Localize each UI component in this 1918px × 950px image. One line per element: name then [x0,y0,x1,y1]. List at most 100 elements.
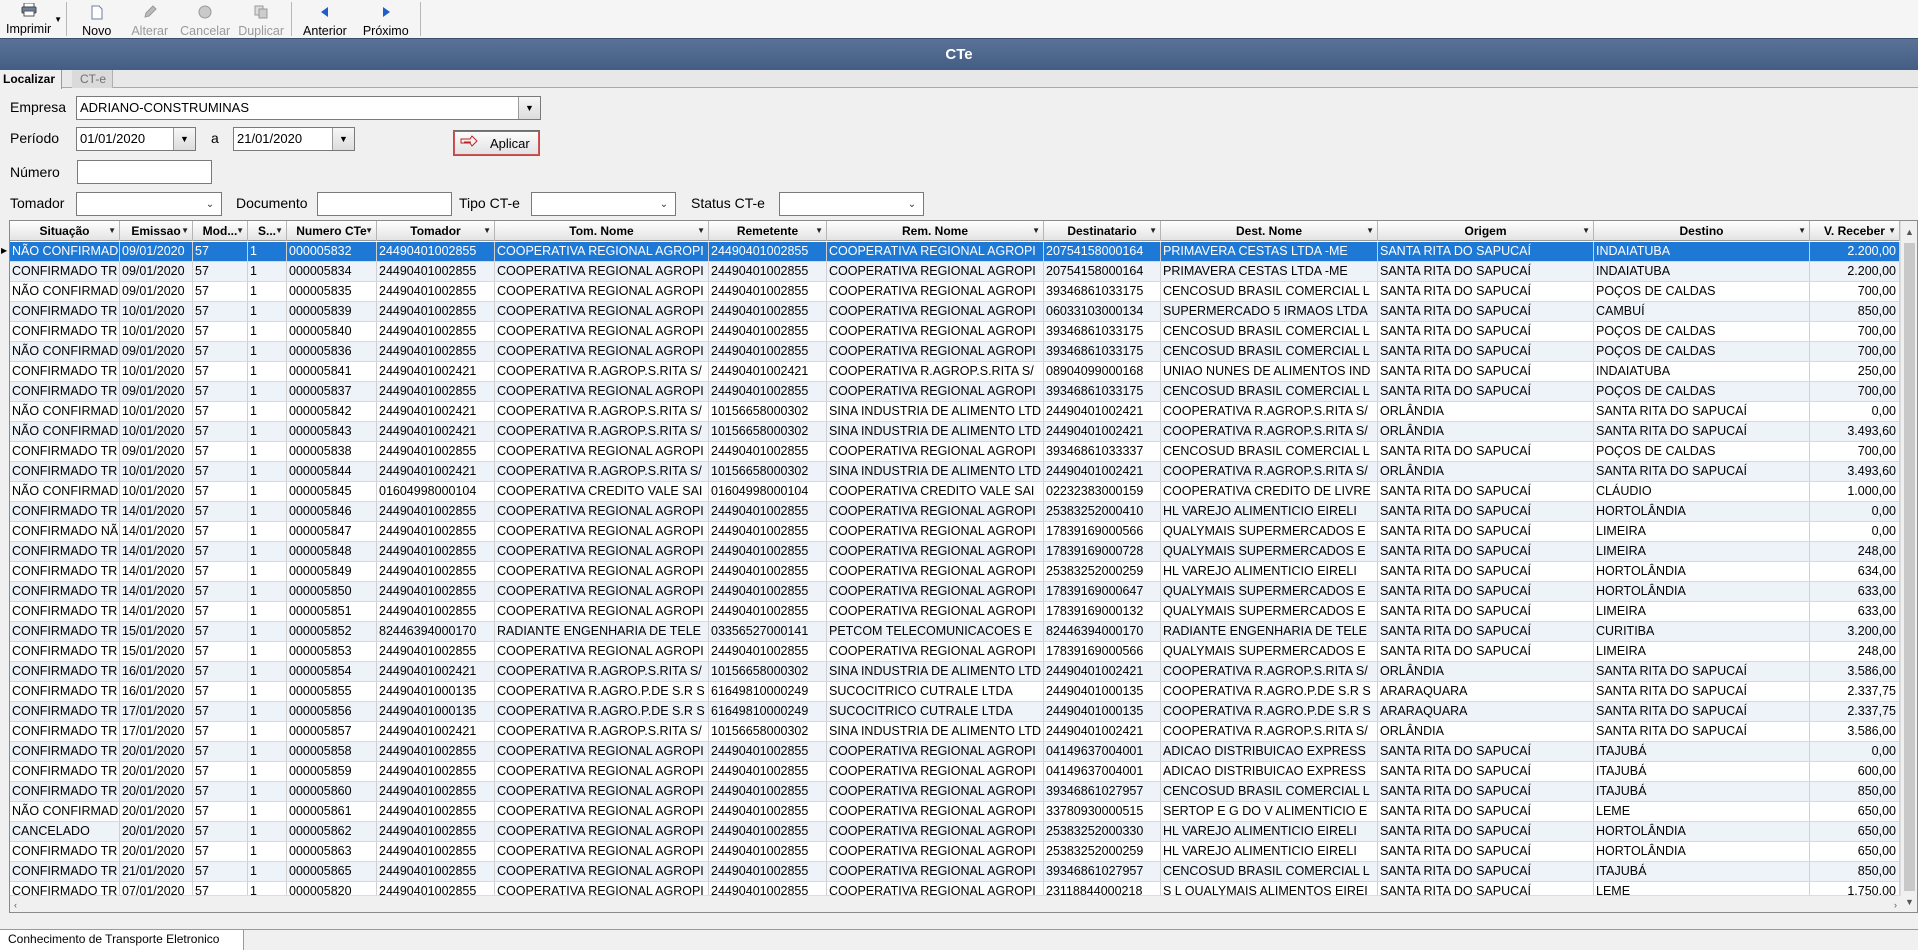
column-header[interactable]: Rem. Nome ▼ [827,221,1044,241]
periodo-from-date[interactable]: 01/01/2020 ▼ [76,127,196,151]
filter-dropdown-icon[interactable]: ▼ [1798,221,1806,241]
table-row[interactable]: CONFIRMADO TR 14/01/2020 57 1 000005848 24490… [10,542,1900,562]
table-row[interactable]: NÃO CONFIRMAD 10/01/2020 57 1 000005845 01604… [10,482,1900,502]
table-cell: COOPERATIVA REGIONAL AGROPI [827,642,1044,661]
filter-dropdown-icon[interactable]: ▼ [1032,221,1040,241]
table-row[interactable]: CONFIRMADO NÃ 14/01/2020 57 1 000005847 24490… [10,522,1900,542]
scroll-up-icon[interactable]: ▲ [1901,223,1917,240]
column-header[interactable]: Tom. Nome ▼ [495,221,709,241]
chevron-down-icon[interactable]: ⌄ [201,194,219,214]
filter-dropdown-icon[interactable]: ▼ [1582,221,1590,241]
print-button[interactable]: Imprimir [0,0,57,38]
table-row[interactable]: CONFIRMADO TR 17/01/2020 57 1 000005857 24490… [10,722,1900,742]
table-cell: 1.000,00 [1810,482,1900,501]
duplicate-button[interactable]: Duplicar [234,0,288,38]
table-row[interactable]: CONFIRMADO TR 20/01/2020 57 1 000005858 24490… [10,742,1900,762]
column-header[interactable]: Destino ▼ [1594,221,1810,241]
tab-localizar[interactable]: Localizar [0,70,63,89]
table-cell: INDAIATUBA [1594,242,1810,261]
next-button[interactable]: Próximo [355,0,417,38]
table-row[interactable]: CONFIRMADO TR 10/01/2020 57 1 000005841 24490… [10,362,1900,382]
previous-button[interactable]: Anterior [295,0,355,38]
table-row[interactable]: CONFIRMADO TR 21/01/2020 57 1 000005865 24490… [10,862,1900,882]
filter-dropdown-icon[interactable]: ▼ [1888,221,1896,241]
documento-input[interactable] [317,192,452,216]
table-row[interactable]: CONFIRMADO TR 14/01/2020 57 1 000005849 24490… [10,562,1900,582]
table-row[interactable]: NÃO CONFIRMAD 09/01/2020 57 1 000005836 24490… [10,342,1900,362]
calendar-dropdown-icon[interactable]: ▼ [332,128,354,150]
filter-dropdown-icon[interactable]: ▼ [483,221,491,241]
column-header[interactable]: Situação ▼ [10,221,120,241]
table-row[interactable]: CONFIRMADO TR 14/01/2020 57 1 000005850 24490… [10,582,1900,602]
tab-conhecimento-transporte[interactable]: Conhecimento de Transporte Eletronico [0,930,245,950]
table-row[interactable]: CONFIRMADO TR 16/01/2020 57 1 000005855 24490… [10,682,1900,702]
table-row[interactable]: CONFIRMADO TR 15/01/2020 57 1 000005852 82446… [10,622,1900,642]
column-header[interactable]: Numero CTe ▼ [287,221,377,241]
scroll-down-icon[interactable]: ▼ [1901,893,1917,910]
column-header[interactable]: Tomador ▼ [377,221,495,241]
chevron-down-icon[interactable]: ⌄ [655,194,673,214]
tab-cte[interactable]: CT-e [72,70,114,88]
table-cell: 24490401002855 [377,442,495,461]
column-header[interactable]: V. Receber ▼ [1810,221,1900,241]
table-row[interactable]: CONFIRMADO TR 10/01/2020 57 1 000005840 24490… [10,322,1900,342]
tipo-cte-select[interactable]: ⌄ [531,192,676,216]
table-row[interactable]: NÃO CONFIRMAD 20/01/2020 57 1 000005861 24490… [10,802,1900,822]
filter-dropdown-icon[interactable]: ▼ [1366,221,1374,241]
empresa-select[interactable]: ADRIANO-CONSTRUMINAS ▼ [76,96,541,120]
filter-dropdown-icon[interactable]: ▼ [275,221,283,241]
table-row[interactable]: CONFIRMADO TR 09/01/2020 57 1 000005834 24490… [10,262,1900,282]
toolbar-separator [66,2,68,36]
scroll-left-icon[interactable]: ‹ [14,896,17,912]
horizontal-scrollbar[interactable]: ‹ › [10,895,1901,912]
filter-dropdown-icon[interactable]: ▼ [365,221,373,241]
tomador-select[interactable]: ⌄ [76,192,222,216]
filter-dropdown-icon[interactable]: ▼ [697,221,705,241]
table-row[interactable]: CONFIRMADO TR 09/01/2020 57 1 000005837 24490… [10,382,1900,402]
numero-input[interactable] [77,160,212,184]
table-row[interactable]: CONFIRMADO TR 14/01/2020 57 1 000005846 24490… [10,502,1900,522]
table-row[interactable]: CONFIRMADO TR 20/01/2020 57 1 000005863 24490… [10,842,1900,862]
table-row[interactable]: CONFIRMADO TR 10/01/2020 57 1 000005844 24490… [10,462,1900,482]
table-row[interactable]: CONFIRMADO TR 17/01/2020 57 1 000005856 24490… [10,702,1900,722]
chevron-down-icon[interactable]: ▼ [518,97,540,119]
filter-dropdown-icon[interactable]: ▼ [108,221,116,241]
table-row[interactable]: NÃO CONFIRMAD 10/01/2020 57 1 000005843 24490… [10,422,1900,442]
scroll-thumb[interactable] [1904,243,1915,891]
table-row[interactable]: CONFIRMADO TR 16/01/2020 57 1 000005854 24490… [10,662,1900,682]
vertical-scrollbar[interactable]: ▲ ▼ [1900,221,1917,912]
table-cell: ARARAQUARA [1378,682,1594,701]
filter-dropdown-icon[interactable]: ▼ [1149,221,1157,241]
table-row[interactable]: NÃO CONFIRMAD 09/01/2020 57 1 000005835 24490… [10,282,1900,302]
table-row[interactable]: CONFIRMADO TR 09/01/2020 57 1 000005838 24490… [10,442,1900,462]
column-header[interactable]: Remetente ▼ [709,221,827,241]
filter-dropdown-icon[interactable]: ▼ [181,221,189,241]
chevron-down-icon[interactable]: ⌄ [903,194,921,214]
column-header[interactable]: Emissao ▼ [120,221,193,241]
new-button[interactable]: Novo [70,0,123,38]
column-header-label: Remetente [736,224,799,238]
table-row[interactable]: CONFIRMADO TR 14/01/2020 57 1 000005851 24490… [10,602,1900,622]
print-dropdown-arrow-icon[interactable]: ▼ [53,0,63,38]
table-row[interactable]: CANCELADO 20/01/2020 57 1 000005862 244904010… [10,822,1900,842]
column-header[interactable]: Destinatario ▼ [1044,221,1161,241]
cancel-button[interactable]: Cancelar [176,0,234,38]
table-row[interactable]: NÃO CONFIRMAD 10/01/2020 57 1 000005842 24490… [10,402,1900,422]
table-row[interactable]: CONFIRMADO TR 20/01/2020 57 1 000005860 24490… [10,782,1900,802]
table-row[interactable]: CONFIRMADO TR 15/01/2020 57 1 000005853 24490… [10,642,1900,662]
column-header[interactable]: Mod... ▼ [193,221,248,241]
edit-button[interactable]: Alterar [123,0,176,38]
table-row[interactable]: CONFIRMADO TR 10/01/2020 57 1 000005839 24490… [10,302,1900,322]
filter-dropdown-icon[interactable]: ▼ [815,221,823,241]
table-row[interactable]: CONFIRMADO TR 20/01/2020 57 1 000005859 24490… [10,762,1900,782]
table-row[interactable]: NÃO CONFIRMAD 09/01/2020 57 1 000005832 24490… [10,242,1900,262]
calendar-dropdown-icon[interactable]: ▼ [173,128,195,150]
scroll-right-icon[interactable]: › [1894,896,1897,912]
column-header[interactable]: Dest. Nome ▼ [1161,221,1378,241]
apply-button[interactable]: Aplicar [453,130,540,156]
column-header[interactable]: Origem ▼ [1378,221,1594,241]
status-cte-select[interactable]: ⌄ [779,192,924,216]
periodo-to-date[interactable]: 21/01/2020 ▼ [233,127,355,151]
filter-dropdown-icon[interactable]: ▼ [236,221,244,241]
column-header[interactable]: S... ▼ [248,221,287,241]
